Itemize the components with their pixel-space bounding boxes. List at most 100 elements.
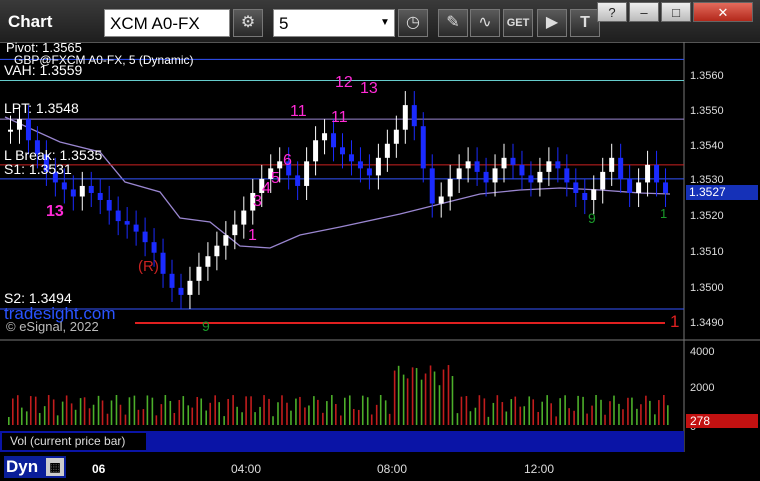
volume-bar [8,417,10,425]
volume-bar [88,408,91,425]
volume-bar [627,397,629,425]
interval-select[interactable]: 5 [273,9,395,37]
volume-bar [384,400,387,425]
annotation-r: (R) [138,258,159,275]
volume-bar [56,415,59,425]
volume-bar [317,399,319,425]
close-button[interactable]: ✕ [693,2,753,22]
volume-bar [478,395,481,425]
candle [25,119,31,141]
volume-bar [411,367,414,425]
volume-bar [290,410,292,425]
text-icon[interactable]: T [570,9,600,37]
candle [591,189,597,200]
volume-bar [236,406,238,425]
volume-bar [649,400,651,425]
volume-bar [344,397,346,425]
y-tick: 1.3550 [690,105,724,117]
annotation-1: 1 [248,227,257,244]
volume-bar [128,397,131,425]
volume-bar [281,395,283,425]
volume-bar [52,399,55,425]
minimize-button[interactable]: – [629,2,659,22]
volume-bar [115,395,118,425]
price-chart[interactable] [0,42,760,481]
annotation-9-bottom: 9 [202,318,210,334]
volume-bar [541,401,544,425]
volume-bar [304,407,306,425]
calendar-icon[interactable]: ▦ [46,458,64,476]
volume-bar [352,408,355,425]
volume-bar [604,414,606,425]
play-icon[interactable]: ▶ [537,9,567,37]
candle [16,119,22,130]
candle [340,147,345,155]
annotation-6: 6 [283,152,292,169]
volume-bar [29,396,32,425]
dynamic-mode-button[interactable]: Dyn ▦ [4,456,66,478]
candle [366,168,372,176]
volume-bar [402,374,405,425]
candle [295,175,301,186]
time-label: 04:00 [231,462,262,476]
volume-bar [559,398,561,425]
volume-bar [663,395,665,425]
volume-bar [254,412,256,425]
volume-bar [370,414,373,425]
candle [331,133,337,148]
volume-bar [640,404,642,425]
annotation-12: 12 [335,74,353,91]
volume-bar [618,403,620,425]
pencil-icon[interactable]: ✎ [438,9,468,37]
lpt-label: LPT: 1.3548 [4,100,79,116]
candle [160,252,166,274]
volume-bar [528,396,531,425]
volume-bar [295,398,297,425]
volume-bar [151,397,154,425]
candle [501,157,507,169]
candle [393,129,399,144]
candle [187,280,193,295]
candle [411,105,417,127]
title-bar: Chart XCM A0-FX ⚙ 5 ▼ ◷ ✎ ∿ GET ▶ T ? – … [0,0,760,43]
help-button[interactable]: ? [597,2,627,22]
volume-bar [379,395,382,425]
get-icon[interactable]: GET [503,9,533,37]
candle [645,164,651,183]
volume-bar [595,395,597,425]
volume-bar [308,405,310,425]
volume-bar [483,398,486,425]
volume-bar [268,398,270,425]
volume-bar [331,395,333,425]
candle [492,168,498,183]
candle [582,192,588,200]
app-title: Chart [8,12,53,31]
annotation-13-left: 13 [46,203,64,220]
volume-bar [70,403,73,425]
candle [537,171,543,183]
candle [88,185,94,193]
volume-bar [43,406,46,425]
candle [447,178,453,197]
candle [8,129,13,132]
volume-bar [191,407,194,425]
candle [609,157,615,172]
volume-bar [438,385,441,425]
candle [61,182,67,190]
volume-bar [38,412,41,425]
settings-icon[interactable]: ⚙ [233,9,263,37]
candle [142,231,148,243]
chevron-down-icon[interactable]: ▼ [380,17,390,28]
volume-bar [586,413,588,425]
clock-icon[interactable]: ◷ [398,9,428,37]
volume-bar [645,395,647,425]
candle [375,157,381,176]
indicator-icon[interactable]: ∿ [470,9,500,37]
volume-bar [546,395,548,425]
maximize-button[interactable]: □ [661,2,691,22]
annotation-1-right: 1 [660,206,668,221]
symbol-input[interactable]: XCM A0-FX [104,9,230,37]
volume-bar [164,395,167,425]
volume-bar [205,410,208,425]
candle [178,287,184,295]
